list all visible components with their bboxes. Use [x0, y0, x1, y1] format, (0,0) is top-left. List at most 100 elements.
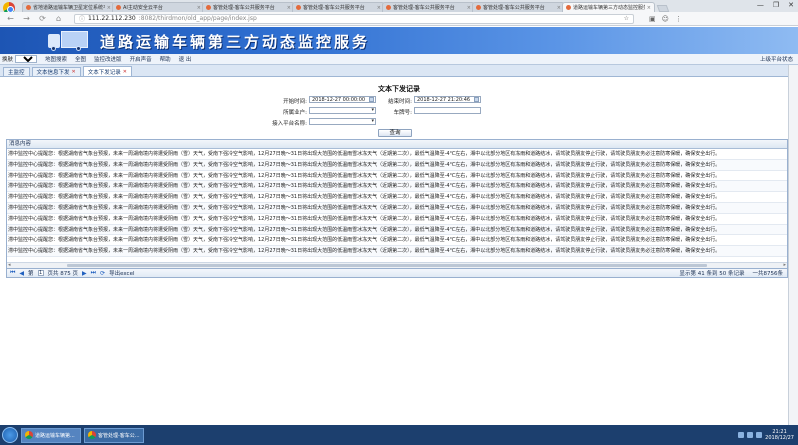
menu-help[interactable]: 帮助 [160, 55, 171, 63]
browser-tab[interactable]: 客管处理-客车公共服务平台 × [382, 2, 475, 12]
record-grid: 消息内容 滞中监控中心提醒您：根据湖南省气象台预报，未来一周湖南境内将遭受阴雨（… [6, 139, 788, 269]
plate-input[interactable] [414, 107, 481, 114]
refresh-icon[interactable]: ⟳ [100, 270, 105, 277]
tab-favicon-icon [26, 5, 31, 10]
end-time-input[interactable]: 2018-12-27 21:20:46 [414, 96, 481, 103]
table-row[interactable]: 滞中监控中心提醒您：根据湖南省气象台预报，未来一周湖南境内将遭受阴雨（雪）天气，… [7, 171, 787, 182]
horizontal-scrollbar[interactable]: ◂ ▸ [7, 262, 787, 268]
last-page-icon[interactable]: ⏭ [91, 269, 96, 277]
start-time-label: 开始时间: [283, 99, 307, 105]
browser-tab[interactable]: 省地道路运输车辆卫星定位系统平台× [22, 2, 115, 12]
browser-tab[interactable]: 客管处理-客车公共服务平台 × [202, 2, 295, 12]
close-tab-icon[interactable]: ✕ [72, 69, 76, 75]
plate-label: 车牌号: [393, 110, 412, 116]
scroll-right-icon[interactable]: ▸ [783, 262, 786, 268]
query-form: 文本下发记录 开始时间: 2018-12-27 00:00:00 结束时间: 2… [0, 77, 798, 139]
close-tab-icon[interactable]: × [197, 5, 201, 11]
close-tab-icon[interactable]: ✕ [123, 69, 127, 75]
table-row[interactable]: 滞中监控中心提醒您：根据湖南省气象台预报，未来一周湖南境内将遭受阴雨（雪）天气，… [7, 192, 787, 203]
table-row[interactable]: 滞中监控中心提醒您：根据湖南省气象台预报，未来一周湖南境内将遭受阴雨（雪）天气，… [7, 159, 787, 171]
platform-label: 接入平台名称: [272, 121, 307, 127]
close-window-button[interactable]: ✕ [788, 1, 794, 9]
menu-full-map[interactable]: 全图 [75, 55, 86, 63]
home-icon[interactable]: ⌂ [54, 14, 63, 23]
right-side-panel[interactable] [788, 65, 798, 425]
table-row[interactable]: 滞中监控中心提醒您：根据湖南省气象台预报，未来一周湖南境内将遭受阴雨（雪）天气，… [7, 202, 787, 214]
reload-icon[interactable]: ⟳ [38, 14, 47, 23]
table-row[interactable]: 滞中监控中心提醒您：根据湖南省气象台预报，未来一周湖南境内将遭受阴雨（雪）天气，… [7, 246, 787, 257]
page-title: 文本下发记录 [378, 85, 420, 93]
prev-page-icon[interactable]: ◀ [19, 270, 24, 277]
first-page-icon[interactable]: ⏮ [10, 269, 15, 277]
pagination-bar: ⏮ ◀ 第 1 页共 875 页 ▶ ⏭ ⟳ 导出excel 显示第 41 条到… [6, 269, 788, 278]
ime-icon[interactable] [756, 432, 763, 438]
menu-logout[interactable]: 退 出 [179, 55, 192, 63]
table-row[interactable]: 滞中监控中心提醒您：根据湖南省气象台预报，未来一周湖南境内将遭受阴雨（雪）天气，… [7, 224, 787, 236]
forward-arrow-icon[interactable]: → [22, 14, 31, 23]
browser-tabstrip: 省地道路运输车辆卫星定位系统平台× AI主动安全云平台× 客管处理-客车公共服务… [0, 0, 798, 14]
tab-text-record[interactable]: 文本下发记录 ✕ [82, 66, 132, 76]
banner-title: 道路运输车辆第三方动态监控服务 [100, 33, 371, 51]
owner-label: 所属业户: [283, 110, 307, 116]
toolbar-right: ▣ ☺ ⋮ [649, 15, 682, 23]
page-prefix: 第 [28, 271, 34, 277]
tab-text-send[interactable]: 文本信息下发 ✕ [31, 67, 81, 76]
content-empty-area [0, 278, 798, 425]
address-host: 111.22.112.230 [88, 15, 136, 22]
export-excel-button[interactable]: 导出excel [109, 269, 134, 277]
platform-status: 上级平台状态 [759, 57, 793, 63]
scroll-thumb[interactable] [67, 264, 707, 267]
skin-select[interactable]: 蓝色 [15, 55, 38, 63]
taskbar-item[interactable]: 客管处理-客车公... [84, 427, 144, 443]
taskbar-item[interactable]: 道路运输车辆第... [21, 427, 81, 443]
close-tab-icon[interactable]: × [557, 5, 561, 11]
page-number-input[interactable]: 1 [37, 270, 44, 276]
close-tab-icon[interactable]: × [377, 5, 381, 11]
close-tab-icon[interactable]: × [287, 5, 291, 11]
table-row[interactable]: 滞中监控中心提醒您：根据湖南省气象台预报，未来一周湖南境内将遭受阴雨（雪）天气，… [7, 214, 787, 225]
pager-info: 显示第 41 条到 50 条记录 一共8756条 [680, 269, 784, 277]
calendar-icon[interactable] [474, 97, 479, 102]
info-icon[interactable]: ⓘ [79, 14, 85, 23]
chrome-icon [88, 431, 96, 439]
browser-tab[interactable]: 客管处理-客车公共服务平台 × [292, 2, 385, 12]
bookmark-star-icon[interactable]: ☆ [624, 15, 629, 22]
minimize-button[interactable]: — [757, 1, 764, 9]
owner-select[interactable]: ▾ [309, 107, 376, 114]
display-range: 显示第 41 条到 50 条记录 [679, 271, 745, 277]
menu-icon[interactable]: ⋮ [675, 15, 682, 23]
back-arrow-icon[interactable]: ← [6, 14, 15, 23]
address-bar[interactable]: ⓘ 111.22.112.230:8082/thirdmon/old_app/p… [74, 13, 634, 24]
volume-icon[interactable] [747, 432, 754, 438]
system-clock[interactable]: 21:21 2018/12/27 [765, 429, 794, 441]
new-tab-button[interactable] [656, 5, 670, 12]
app-tabs: 主监控 文本信息下发 ✕ 文本下发记录 ✕ [0, 65, 798, 77]
platform-select[interactable]: ▾ [309, 118, 376, 125]
browser-tab[interactable]: AI主动安全云平台 × [112, 2, 205, 12]
close-tab-icon[interactable]: × [467, 5, 471, 11]
column-header-message[interactable]: 消息内容 [7, 140, 787, 149]
scroll-left-icon[interactable]: ◂ [8, 262, 11, 268]
tab-main-monitor[interactable]: 主监控 [3, 67, 30, 76]
browser-tab[interactable]: 客管处理-客车公共服务平台 × [472, 2, 565, 12]
next-page-icon[interactable]: ▶ [82, 270, 87, 277]
query-button[interactable]: 查询 [378, 129, 412, 137]
profile-icon[interactable]: ☺ [662, 15, 669, 23]
start-button[interactable] [2, 427, 18, 443]
close-tab-icon[interactable]: × [647, 5, 651, 11]
menu-sound[interactable]: 开启声音 [130, 55, 152, 63]
maximize-button[interactable]: ❐ [773, 1, 779, 9]
table-row[interactable]: 滞中监控中心提醒您：根据湖南省气象台预报，未来一周湖南境内将遭受阴雨（雪）天气，… [7, 235, 787, 247]
network-icon[interactable] [738, 432, 745, 438]
close-tab-icon[interactable]: × [107, 5, 111, 11]
table-row[interactable]: 滞中监控中心提醒您：根据湖南省气象台预报，未来一周湖南境内将遭受阴雨（雪）天气，… [7, 149, 787, 160]
table-row[interactable]: 滞中监控中心提醒您：根据湖南省气象台预报，未来一周湖南境内将遭受阴雨（雪）天气，… [7, 181, 787, 193]
menu-map-search[interactable]: 地图搜索 [45, 55, 67, 63]
app-banner: 道路运输车辆第三方动态监控服务 [0, 27, 798, 54]
total-count: 一共8756条 [752, 271, 784, 277]
extension-icon[interactable]: ▣ [649, 15, 656, 23]
browser-tab-active[interactable]: 道路运输车辆第三方动态监控服务 × [562, 2, 655, 12]
window-controls: — ❐ ✕ [757, 1, 794, 9]
menu-monitor-improved[interactable]: 监控改进版 [94, 55, 122, 63]
start-time-input[interactable]: 2018-12-27 00:00:00 [309, 96, 376, 103]
